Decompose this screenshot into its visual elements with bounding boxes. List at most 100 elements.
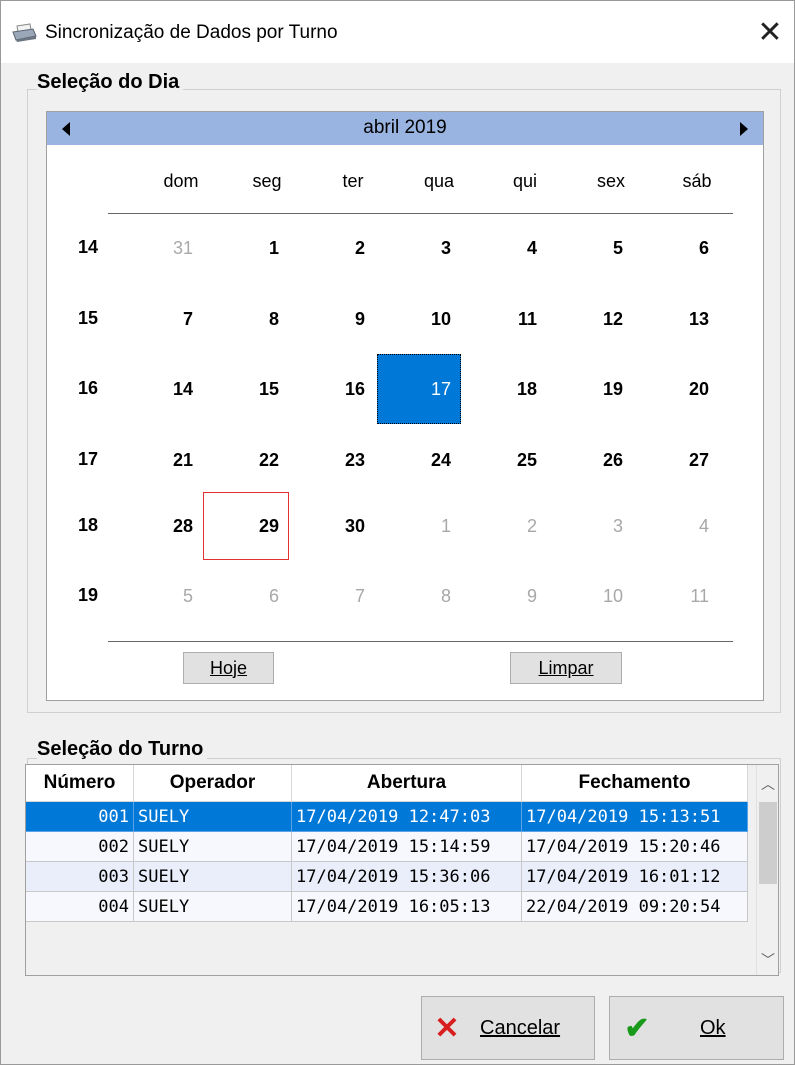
calendar-day[interactable]: 10 [377,284,461,354]
calendar-day[interactable]: 2 [291,213,375,283]
table-row[interactable]: 004 SUELY 17/04/2019 16:05:13 22/04/2019 09… [26,892,748,922]
table-header: Número Operador Abertura Fechamento [26,765,748,802]
calendar-day[interactable]: 2 [463,491,547,561]
month-label[interactable]: abril 2019 [47,117,763,139]
title-bar: Sincronização de Dados por Turno ✕ [1,1,794,63]
week-number: 17 [77,449,99,469]
printer-icon [12,23,37,42]
today-day[interactable]: 29 [205,491,289,561]
cell-numero: 004 [26,892,134,922]
calendar-day[interactable]: 15 [205,354,289,424]
weekday-header: qui [512,171,538,191]
calendar-day[interactable]: 3 [549,491,633,561]
weekday-header: seg [252,171,282,191]
calendar-day[interactable]: 12 [549,284,633,354]
calendar-header-divider [108,213,733,214]
calendar-day[interactable]: 26 [549,425,633,495]
calendar-day[interactable]: 18 [463,354,547,424]
x-icon: ✕ [434,1011,460,1045]
calendar-day[interactable]: 1 [205,213,289,283]
week-number: 16 [77,378,99,398]
calendar-day[interactable]: 8 [377,561,461,631]
calendar-day[interactable]: 6 [205,561,289,631]
calendar-day[interactable]: 24 [377,425,461,495]
weekday-header: sáb [682,171,712,191]
calendar-day[interactable]: 11 [463,284,547,354]
calendar-day[interactable]: 30 [291,491,375,561]
close-icon[interactable]: ✕ [752,15,788,51]
calendar-day[interactable]: 3 [377,213,461,283]
scrollbar-thumb[interactable] [759,802,777,884]
day-selection-title: Seleção do Dia [37,71,184,94]
scroll-up-icon[interactable]: ︿ [757,773,778,795]
calendar-day[interactable]: 8 [205,284,289,354]
calendar-day[interactable]: 4 [463,213,547,283]
today-button[interactable]: Hoje [183,652,274,684]
calendar-day[interactable]: 5 [549,213,633,283]
column-header-operador[interactable]: Operador [134,765,292,802]
cell-operador: SUELY [134,802,292,832]
calendar-day[interactable]: 5 [119,561,203,631]
calendar-day[interactable]: 10 [549,561,633,631]
shift-selection-title: Seleção do Turno [37,738,208,761]
calendar-day[interactable]: 9 [291,284,375,354]
clear-button-label: Limpar [538,657,594,678]
cell-numero: 003 [26,862,134,892]
cancel-button-label: Cancelar [480,1016,561,1039]
calendar-day[interactable]: 20 [635,354,719,424]
calendar-header: abril 2019 [47,112,763,145]
vertical-scrollbar[interactable]: ︿ ﹀ [756,765,778,975]
calendar-day[interactable]: 9 [463,561,547,631]
table-row[interactable]: 003 SUELY 17/04/2019 15:36:06 17/04/2019 16… [26,862,748,892]
calendar-footer-divider [108,641,733,642]
calendar-day[interactable]: 16 [291,354,375,424]
cell-numero: 002 [26,832,134,862]
calendar-day[interactable]: 7 [119,284,203,354]
calendar-day[interactable]: 28 [119,491,203,561]
table-body: 001 SUELY 17/04/2019 12:47:03 17/04/2019 15… [26,802,748,922]
clear-button[interactable]: Limpar [510,652,622,684]
column-header-numero[interactable]: Número [26,765,134,802]
calendar-day[interactable]: 23 [291,425,375,495]
calendar-day[interactable]: 19 [549,354,633,424]
window-title: Sincronização de Dados por Turno [45,22,338,43]
calendar-day[interactable]: 31 [119,213,203,283]
calendar-day[interactable]: 13 [635,284,719,354]
cell-operador: SUELY [134,832,292,862]
weekday-header: qua [423,171,455,191]
table-row[interactable]: 002 SUELY 17/04/2019 15:14:59 17/04/2019 15… [26,832,748,862]
calendar-day[interactable]: 7 [291,561,375,631]
week-number: 18 [77,515,99,535]
calendar-day[interactable]: 6 [635,213,719,283]
cell-fechamento: 17/04/2019 15:13:51 [522,802,748,832]
calendar-day[interactable]: 1 [377,491,461,561]
calendar-day[interactable]: 14 [119,354,203,424]
calendar-day[interactable]: 27 [635,425,719,495]
week-number: 14 [77,237,99,257]
week-number: 15 [77,308,99,328]
cell-abertura: 17/04/2019 16:05:13 [292,892,522,922]
cancel-button[interactable]: ✕ Cancelar [421,996,595,1060]
table-row[interactable]: 001 SUELY 17/04/2019 12:47:03 17/04/2019 15… [26,802,748,832]
selected-day[interactable]: 17 [377,354,461,424]
calendar-day[interactable]: 11 [635,561,719,631]
calendar-day[interactable]: 21 [119,425,203,495]
weekday-header: sex [596,171,625,191]
cell-abertura: 17/04/2019 15:14:59 [292,832,522,862]
next-month-arrow-icon[interactable] [729,112,759,145]
week-number: 19 [77,585,99,605]
cell-fechamento: 17/04/2019 16:01:12 [522,862,748,892]
column-header-fechamento[interactable]: Fechamento [522,765,748,802]
today-button-label: Hoje [209,657,248,678]
ok-button[interactable]: ✔ Ok [609,996,784,1060]
calendar-day[interactable]: 4 [635,491,719,561]
calendar-day[interactable]: 25 [463,425,547,495]
cell-abertura: 17/04/2019 12:47:03 [292,802,522,832]
cell-fechamento: 22/04/2019 09:20:54 [522,892,748,922]
weekday-header: ter [342,171,364,191]
calendar-day[interactable]: 22 [205,425,289,495]
scroll-down-icon[interactable]: ﹀ [757,949,778,971]
sync-dialog: Sincronização de Dados por Turno ✕ Seleç… [0,0,795,1065]
cell-abertura: 17/04/2019 15:36:06 [292,862,522,892]
column-header-abertura[interactable]: Abertura [292,765,522,802]
